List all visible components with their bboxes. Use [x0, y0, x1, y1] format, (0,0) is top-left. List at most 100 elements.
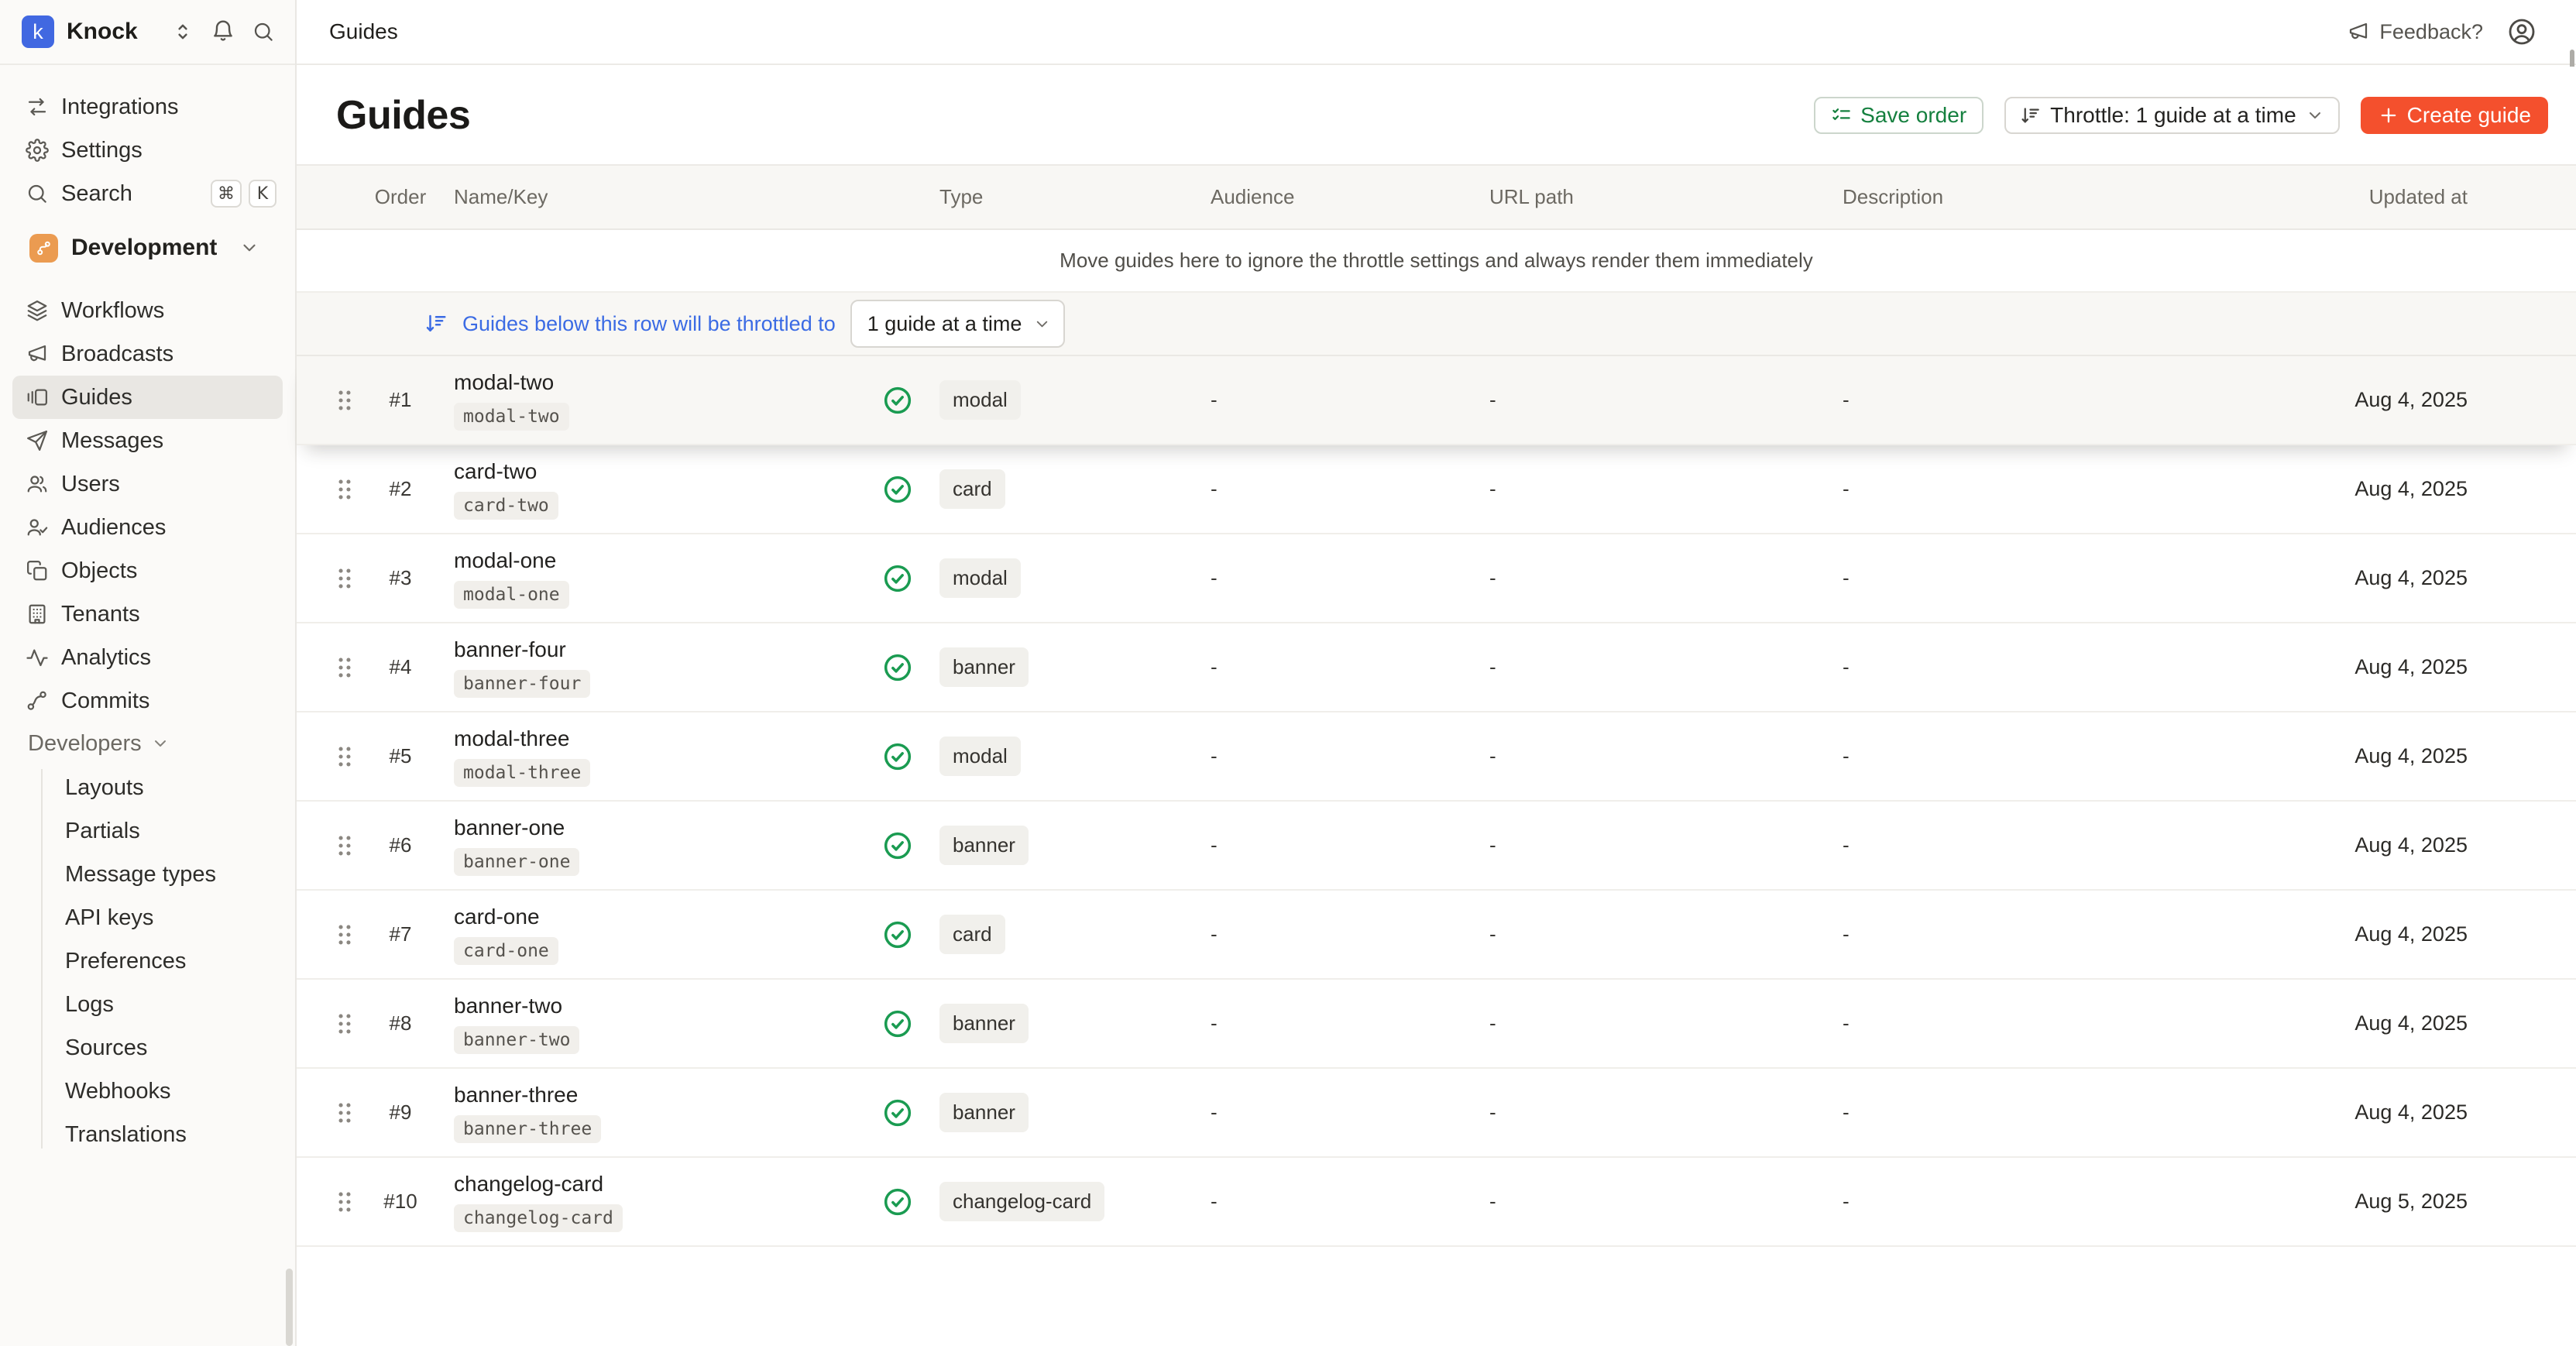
row-status [876, 830, 919, 861]
account-avatar-icon[interactable] [2506, 16, 2537, 47]
plus-icon [2378, 105, 2399, 126]
guide-name[interactable]: banner-two [454, 994, 562, 1018]
sidebar-item-label: Settings [61, 138, 143, 163]
sidebar-item-workflows[interactable]: Workflows [12, 289, 283, 332]
row-order: #10 [363, 1190, 438, 1214]
sidebar-item-analytics[interactable]: Analytics [12, 636, 283, 679]
table-row[interactable]: #4banner-fourbanner-fourbanner---Aug 4, … [297, 623, 2576, 712]
throttle-button-label: Throttle: 1 guide at a time [2050, 103, 2296, 128]
guide-key-badge: banner-four [454, 670, 590, 698]
sidebar-item-label: Users [61, 472, 120, 497]
sidebar-item-commits[interactable]: Commits [12, 679, 283, 723]
unthrottled-dropzone[interactable]: Move guides here to ignore the throttle … [297, 230, 2576, 293]
environment-switcher[interactable]: Development [12, 226, 283, 270]
row-order: #4 [363, 655, 438, 679]
drag-handle[interactable] [326, 387, 363, 414]
guide-name[interactable]: banner-one [454, 815, 565, 840]
drag-handle[interactable] [326, 922, 363, 948]
guide-name[interactable]: changelog-card [454, 1172, 603, 1197]
guide-name[interactable]: card-two [454, 459, 537, 484]
table-row[interactable]: #9banner-threebanner-threebanner---Aug 4… [297, 1069, 2576, 1158]
guide-name[interactable]: modal-two [454, 370, 554, 395]
save-order-button[interactable]: Save order [1814, 97, 1984, 134]
sidebar-item-broadcasts[interactable]: Broadcasts [12, 332, 283, 376]
table-row[interactable]: #8banner-twobanner-twobanner---Aug 4, 20… [297, 980, 2576, 1069]
type-badge: banner [939, 647, 1029, 687]
sidebar-item-preferences[interactable]: Preferences [12, 939, 283, 983]
table-header-row: Order Name/Key Type Audience URL path De… [297, 164, 2576, 230]
quick-search-icon[interactable] [252, 20, 275, 43]
sidebar-item-users[interactable]: Users [12, 462, 283, 506]
drag-handle[interactable] [326, 743, 363, 770]
published-check-icon [882, 1008, 913, 1039]
drag-handle[interactable] [326, 1100, 363, 1126]
sidebar-item-translations[interactable]: Translations [12, 1113, 283, 1156]
breadcrumb: Guides [329, 19, 398, 44]
sidebar-item-label: Layouts [65, 775, 144, 801]
sidebar-item-search[interactable]: Search⌘K [12, 172, 283, 215]
guide-key-badge: changelog-card [454, 1204, 623, 1232]
create-guide-button[interactable]: Create guide [2361, 97, 2548, 134]
throttle-dropdown-button[interactable]: Throttle: 1 guide at a time [2004, 97, 2340, 134]
topbar-right: Feedback? [2347, 16, 2537, 47]
table-row[interactable]: #7card-onecard-onecard---Aug 4, 2025 [297, 891, 2576, 980]
sidebar-item-label: Integrations [61, 94, 179, 120]
row-status [876, 1186, 919, 1217]
row-status [876, 474, 919, 505]
guide-name[interactable]: modal-three [454, 726, 569, 751]
megaphone-icon [2347, 20, 2370, 43]
sidebar-item-integrations[interactable]: Integrations [12, 85, 283, 129]
notifications-bell-icon[interactable] [211, 19, 235, 44]
workspace-switcher-icon[interactable] [171, 20, 194, 43]
row-audience: - [1187, 1190, 1466, 1214]
row-description: - [1815, 566, 2323, 590]
sidebar-item-guides[interactable]: Guides [12, 376, 283, 419]
row-url-path: - [1466, 1011, 1815, 1035]
guide-name[interactable]: banner-four [454, 637, 566, 662]
row-url-path: - [1466, 566, 1815, 590]
guide-name[interactable]: modal-one [454, 548, 556, 573]
sidebar-header-icons [171, 19, 275, 44]
table-row[interactable]: #1modal-twomodal-twomodal---Aug 4, 2025 [297, 356, 2576, 445]
sidebar-item-messages[interactable]: Messages [12, 419, 283, 462]
sidebar-item-objects[interactable]: Objects [12, 549, 283, 592]
sidebar-item-settings[interactable]: Settings [12, 129, 283, 172]
sidebar-item-audiences[interactable]: Audiences [12, 506, 283, 549]
sidebar-item-sources[interactable]: Sources [12, 1026, 283, 1070]
developers-section-toggle[interactable]: Developers [12, 725, 283, 762]
drag-handle[interactable] [326, 654, 363, 681]
published-check-icon [882, 563, 913, 594]
sidebar-item-api-keys[interactable]: API keys [12, 896, 283, 939]
row-status [876, 385, 919, 416]
sidebar-item-message-types[interactable]: Message types [12, 853, 283, 896]
table-row[interactable]: #6banner-onebanner-onebanner---Aug 4, 20… [297, 802, 2576, 891]
drag-handle[interactable] [326, 833, 363, 859]
sidebar-scrollbar-thumb[interactable] [286, 1269, 293, 1346]
table-row[interactable]: #5modal-threemodal-threemodal---Aug 4, 2… [297, 712, 2576, 802]
published-check-icon [882, 919, 913, 950]
drag-handle[interactable] [326, 565, 363, 592]
guide-name[interactable]: banner-three [454, 1083, 578, 1107]
row-description: - [1815, 1190, 2323, 1214]
sidebar-item-tenants[interactable]: Tenants [12, 592, 283, 636]
sidebar-item-partials[interactable]: Partials [12, 809, 283, 853]
sort-descending-icon [424, 312, 448, 335]
drag-handle[interactable] [326, 476, 363, 503]
guide-name[interactable]: card-one [454, 905, 540, 929]
drag-handle[interactable] [326, 1011, 363, 1037]
row-updated-at: Aug 4, 2025 [2323, 744, 2468, 768]
row-url-path: - [1466, 388, 1815, 412]
sidebar-item-webhooks[interactable]: Webhooks [12, 1070, 283, 1113]
table-row[interactable]: #10changelog-cardchangelog-cardchangelog… [297, 1158, 2576, 1247]
feedback-button[interactable]: Feedback? [2347, 20, 2483, 44]
drag-handle[interactable] [326, 1189, 363, 1215]
row-audience: - [1187, 744, 1466, 768]
table-row[interactable]: #3modal-onemodal-onemodal---Aug 4, 2025 [297, 534, 2576, 623]
sidebar-item-layouts[interactable]: Layouts [12, 766, 283, 809]
throttle-amount-select[interactable]: 1 guide at a time [850, 300, 1066, 348]
throttle-amount-value: 1 guide at a time [867, 312, 1022, 336]
row-updated-at: Aug 4, 2025 [2323, 1011, 2468, 1035]
table-row[interactable]: #2card-twocard-twocard---Aug 4, 2025 [297, 445, 2576, 534]
column-header-order: Order [363, 185, 438, 209]
sidebar-item-logs[interactable]: Logs [12, 983, 283, 1026]
